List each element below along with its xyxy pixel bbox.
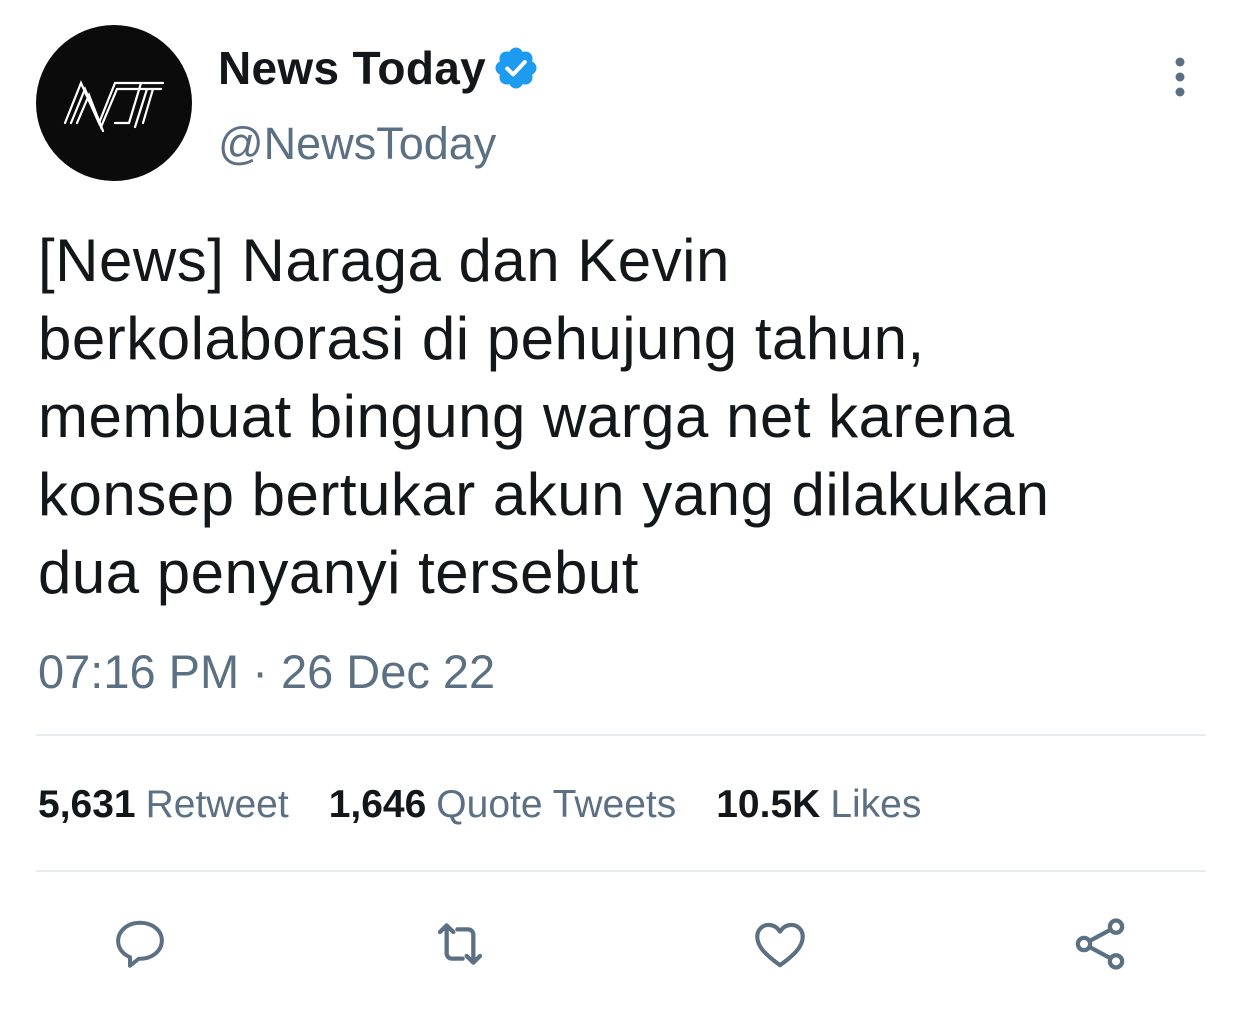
share-icon <box>1075 918 1125 970</box>
retweet-count: 5,631 <box>38 783 136 826</box>
retweet-stat[interactable]: 5,631 Retweet <box>38 783 289 827</box>
likes-count: 10.5K <box>716 783 821 826</box>
engagement-stats: 5,631 Retweet 1,646 Quote Tweets 10.5K Like… <box>38 780 961 830</box>
retweet-button[interactable] <box>428 912 492 976</box>
nt-logo-icon <box>63 80 165 133</box>
verified-badge-icon <box>495 47 537 89</box>
retweet-icon <box>437 923 483 965</box>
quote-count: 1,646 <box>328 783 427 826</box>
quote-label: Quote Tweets <box>436 783 677 826</box>
divider <box>36 870 1206 872</box>
more-options-icon[interactable] <box>1160 52 1200 102</box>
reply-button[interactable] <box>108 912 172 976</box>
timestamp[interactable]: 07:16 PM · 26 Dec 22 <box>38 644 495 699</box>
divider <box>36 734 1206 736</box>
like-button[interactable] <box>748 912 812 976</box>
retweet-label: Retweet <box>145 783 289 826</box>
handle[interactable]: @NewsToday <box>218 118 496 170</box>
tweet-detail: News Today @NewsToday [News] Naraga dan … <box>0 0 1242 1035</box>
display-name[interactable]: News Today <box>218 41 486 95</box>
comment-icon <box>116 920 164 968</box>
likes-label: Likes <box>830 783 922 826</box>
heart-icon <box>755 922 805 968</box>
quote-stat[interactable]: 1,646 Quote Tweets <box>329 783 677 827</box>
display-name-row: News Today <box>218 40 540 96</box>
share-button[interactable] <box>1068 912 1132 976</box>
tweet-text: [News] Naraga dan Kevin berkolaborasi di… <box>38 227 1050 606</box>
likes-stat[interactable]: 10.5K Likes <box>716 783 921 827</box>
avatar[interactable] <box>36 25 192 181</box>
